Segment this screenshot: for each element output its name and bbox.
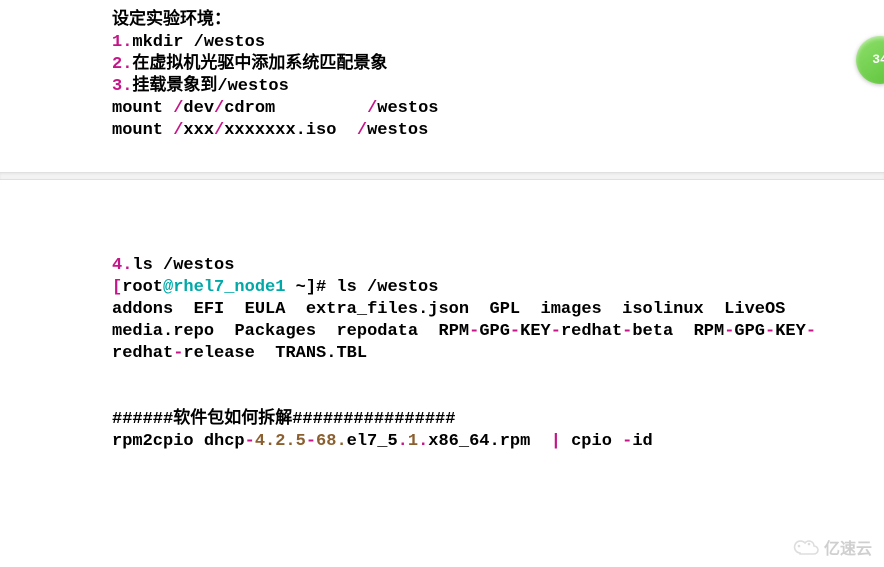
- arg: xxx: [183, 121, 214, 140]
- w: GPG: [479, 322, 510, 341]
- step-num: 2.: [112, 55, 132, 74]
- step-3: 3.挂载景象到/westos: [112, 76, 884, 98]
- punct: /: [214, 121, 224, 140]
- w: redhat: [561, 322, 622, 341]
- cmd: mount: [112, 121, 163, 140]
- target: westos: [367, 121, 428, 140]
- target: westos: [377, 99, 438, 118]
- gap: [336, 121, 356, 140]
- watermark: 亿速云: [792, 535, 872, 559]
- section-divider: [0, 172, 884, 180]
- dot: .: [418, 432, 428, 451]
- block1-title: 设定实验环境：: [112, 10, 884, 32]
- flag: id: [632, 432, 652, 451]
- w: EULA: [245, 300, 286, 319]
- at: @: [163, 278, 173, 297]
- dot: .: [398, 432, 408, 451]
- step-cmd: mkdir /westos: [132, 33, 265, 52]
- dash: -: [765, 322, 775, 341]
- blank-line: [112, 365, 884, 387]
- step-text: 在虚拟机光驱中添加系统匹配景象: [132, 55, 387, 74]
- punct: /: [214, 99, 224, 118]
- ls-output-line-2: media.repo Packages repodata RPM-GPG-KEY…: [112, 321, 884, 343]
- dash: -: [806, 322, 816, 341]
- punct: /: [367, 99, 377, 118]
- num: 1: [408, 432, 418, 451]
- arg: xxxxxxx.iso: [224, 121, 336, 140]
- dash: -: [245, 432, 255, 451]
- badge-label: 34: [872, 52, 884, 67]
- mount-line-2: mount /xxx/xxxxxxx.iso /westos: [112, 120, 884, 142]
- punct: /: [163, 99, 183, 118]
- w: repodata: [336, 322, 418, 341]
- dash: -: [173, 344, 183, 363]
- gap: [275, 99, 367, 118]
- num: 4.2.5: [255, 432, 306, 451]
- w: KEY: [775, 322, 806, 341]
- dash: -: [510, 322, 520, 341]
- dash: -: [469, 322, 479, 341]
- p: el7_5: [347, 432, 398, 451]
- w: addons: [112, 300, 173, 319]
- ls-output-line-3: redhat-release TRANS.TBL: [112, 343, 884, 365]
- num: 68.: [316, 432, 347, 451]
- pipe: |: [551, 432, 561, 451]
- punct: /: [357, 121, 367, 140]
- section-header: ######软件包如何拆解################: [112, 409, 884, 431]
- p: cpio: [561, 432, 622, 451]
- blank-line: [112, 387, 884, 409]
- w: beta: [632, 322, 673, 341]
- hash: ######: [112, 410, 173, 429]
- arg: dev: [183, 99, 214, 118]
- w: Packages: [234, 322, 316, 341]
- w: extra_files.json: [306, 300, 469, 319]
- w: media.repo: [112, 322, 214, 341]
- w: RPM: [694, 322, 725, 341]
- cmd: mount: [112, 99, 163, 118]
- step-4: 4.ls /westos: [112, 255, 884, 277]
- step-text: 挂载景象到: [132, 77, 217, 96]
- w: isolinux: [622, 300, 704, 319]
- host: rhel7_node1: [173, 278, 285, 297]
- w: GPL: [490, 300, 521, 319]
- cloud-icon: [792, 538, 820, 556]
- w: images: [541, 300, 602, 319]
- w: LiveOS: [724, 300, 785, 319]
- step-num: 4.: [112, 256, 132, 275]
- dash: -: [622, 432, 632, 451]
- w: GPG: [734, 322, 765, 341]
- ls-output-line-1: addons EFI EULA extra_files.json GPL ima…: [112, 299, 884, 321]
- step-1: 1.mkdir /westos: [112, 32, 884, 54]
- punct: /: [163, 121, 183, 140]
- w: KEY: [520, 322, 551, 341]
- w: TRANS.TBL: [275, 344, 367, 363]
- step-num: 3.: [112, 77, 132, 96]
- arg: cdrom: [224, 99, 275, 118]
- user: root: [122, 278, 163, 297]
- code-block-1: 设定实验环境： 1.mkdir /westos 2.在虚拟机光驱中添加系统匹配景…: [0, 0, 884, 172]
- prompt-rest: ~]# ls /westos: [285, 278, 438, 297]
- header-text: 软件包如何拆解: [173, 410, 292, 429]
- dash: -: [724, 322, 734, 341]
- step-2: 2.在虚拟机光驱中添加系统匹配景象: [112, 54, 884, 76]
- dash: -: [306, 432, 316, 451]
- dash: -: [622, 322, 632, 341]
- step-cmd: ls /westos: [132, 256, 234, 275]
- step-num: 1.: [112, 33, 132, 52]
- rpm-command: rpm2cpio dhcp-4.2.5-68.el7_5.1.x86_64.rp…: [112, 431, 884, 453]
- mount-line-1: mount /dev/cdrom /westos: [112, 98, 884, 120]
- p: x86_64.rpm: [428, 432, 550, 451]
- code-block-2: 4.ls /westos [root@rhel7_node1 ~]# ls /w…: [0, 180, 884, 483]
- w: RPM: [439, 322, 470, 341]
- w: redhat: [112, 344, 173, 363]
- watermark-text: 亿速云: [824, 535, 872, 559]
- hash: ################: [292, 410, 455, 429]
- step-cmd: /westos: [217, 77, 288, 96]
- shell-prompt-line: [root@rhel7_node1 ~]# ls /westos: [112, 277, 884, 299]
- w: EFI: [194, 300, 225, 319]
- dash: -: [551, 322, 561, 341]
- bracket: [: [112, 278, 122, 297]
- p: rpm2cpio dhcp: [112, 432, 245, 451]
- w: release: [183, 344, 254, 363]
